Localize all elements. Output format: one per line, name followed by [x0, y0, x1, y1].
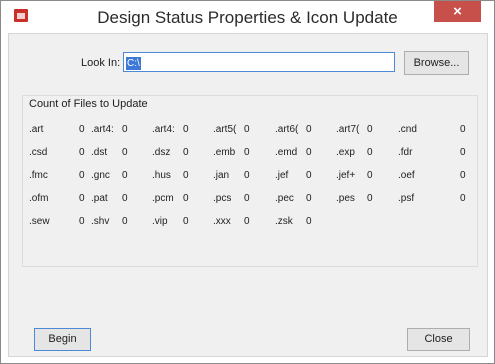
file-count-value: 0 [244, 124, 250, 135]
file-extension-label: .csd [29, 147, 48, 158]
file-count-value: 0 [183, 147, 189, 158]
file-count-value: 0 [306, 170, 312, 181]
file-count-value: 0 [244, 147, 250, 158]
file-count-value: 0 [306, 216, 312, 227]
file-extension-label: .vip [152, 216, 168, 227]
file-count-value: 0 [367, 147, 373, 158]
file-count-value: 0 [367, 124, 373, 135]
file-count-value: 0 [183, 124, 189, 135]
file-count-value: 0 [367, 193, 373, 204]
file-extension-label: .art6( [275, 124, 299, 135]
browse-button[interactable]: Browse... [404, 51, 469, 75]
file-extension-label: .emd [275, 147, 298, 158]
file-count-value: 0 [244, 193, 250, 204]
file-extension-label: .psf [398, 193, 415, 204]
close-icon: × [453, 3, 462, 20]
file-extension-label: .jef [275, 170, 289, 181]
file-count-value: 0 [183, 170, 189, 181]
file-count-value: 0 [306, 124, 312, 135]
file-count-value: 0 [460, 147, 466, 158]
file-extension-label: .xxx [213, 216, 231, 227]
dialog-window: Design Status Properties & Icon Update ×… [0, 0, 495, 364]
file-extension-label: .fmc [29, 170, 48, 181]
file-count-value: 0 [122, 147, 128, 158]
file-count-value: 0 [79, 216, 85, 227]
file-count-value: 0 [122, 124, 128, 135]
file-extension-label: .art [29, 124, 44, 135]
file-extension-label: .shv [91, 216, 110, 227]
file-count-value: 0 [460, 193, 466, 204]
file-extension-label: .pcm [152, 193, 174, 204]
file-extension-label: .sew [29, 216, 50, 227]
file-extension-label: .pat [91, 193, 108, 204]
file-extension-label: .cnd [398, 124, 417, 135]
file-count-value: 0 [183, 216, 189, 227]
file-extension-label: .hus [152, 170, 171, 181]
window-close-button[interactable]: × [434, 1, 481, 22]
look-in-label: Look In: [81, 57, 121, 69]
file-extension-label: .jef+ [336, 170, 356, 181]
file-extension-label: .dsz [152, 147, 171, 158]
dialog-body: Look In: C:\ Browse... Count of Files to… [8, 33, 488, 357]
file-extension-label: .dst [91, 147, 108, 158]
file-count-value: 0 [244, 216, 250, 227]
title-bar[interactable]: Design Status Properties & Icon Update × [1, 1, 494, 33]
file-extension-label: .art5( [213, 124, 237, 135]
file-count-value: 0 [79, 124, 85, 135]
file-count-group-label: Count of Files to Update [29, 98, 148, 110]
look-in-field[interactable]: C:\ [123, 52, 395, 72]
file-extension-label: .gnc [91, 170, 110, 181]
file-extension-label: .pec [275, 193, 294, 204]
close-button[interactable]: Close [407, 328, 470, 351]
file-extension-label: .exp [336, 147, 355, 158]
file-extension-label: .jan [213, 170, 230, 181]
look-in-value: C:\ [126, 57, 141, 70]
file-extension-label: .art7( [336, 124, 360, 135]
file-count-value: 0 [306, 147, 312, 158]
file-count-group [22, 95, 478, 267]
window-title: Design Status Properties & Icon Update [97, 8, 398, 27]
file-extension-label: .pcs [213, 193, 232, 204]
file-count-value: 0 [122, 193, 128, 204]
file-count-value: 0 [460, 170, 466, 181]
file-count-value: 0 [122, 216, 128, 227]
file-extension-label: .emb [213, 147, 236, 158]
file-count-value: 0 [306, 193, 312, 204]
file-count-value: 0 [79, 147, 85, 158]
file-count-value: 0 [244, 170, 250, 181]
file-count-value: 0 [460, 124, 466, 135]
file-extension-label: .art4: [152, 124, 175, 135]
file-count-value: 0 [79, 193, 85, 204]
file-extension-label: .pes [336, 193, 355, 204]
file-count-value: 0 [122, 170, 128, 181]
file-extension-label: .ofm [29, 193, 49, 204]
file-extension-label: .zsk [275, 216, 293, 227]
file-extension-label: .art4: [91, 124, 114, 135]
file-count-value: 0 [367, 170, 373, 181]
file-extension-label: .oef [398, 170, 415, 181]
file-count-value: 0 [79, 170, 85, 181]
file-extension-label: .fdr [398, 147, 413, 158]
begin-button[interactable]: Begin [34, 328, 91, 351]
file-count-value: 0 [183, 193, 189, 204]
